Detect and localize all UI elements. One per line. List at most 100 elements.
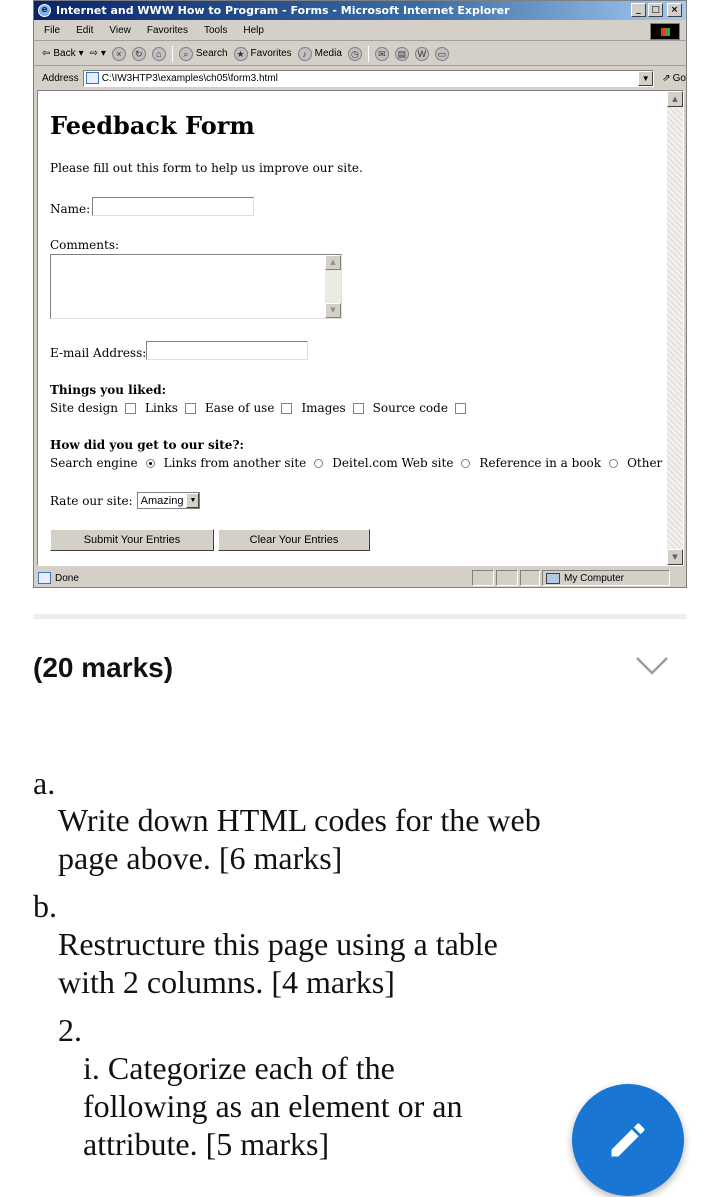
chevron-down-icon: ▼ — [186, 493, 200, 508]
history-icon: ◷ — [347, 46, 362, 61]
status-cell — [496, 570, 518, 586]
search-button: ⌕ Search — [178, 46, 228, 61]
favorites-label: Favorites — [250, 48, 292, 59]
go-label: Go — [672, 72, 686, 84]
liked-option-label: Links — [145, 401, 178, 415]
browser-viewport: Feedback Form Please fill out this form … — [37, 90, 684, 566]
media-label: Media — [314, 48, 342, 59]
scroll-up-icon: ▲ — [325, 255, 341, 270]
toolbar-separator — [171, 45, 173, 62]
favorites-button: ★ Favorites — [233, 46, 292, 61]
refresh-icon: ↻ — [131, 46, 146, 61]
status-done: Done — [38, 572, 79, 584]
feedback-form-page: Feedback Form Please fill out this form … — [38, 91, 680, 565]
address-field: C:\IW3HTP3\examples\ch05\form3.html ▼ — [82, 69, 655, 87]
chevron-down-icon: ▼ — [638, 70, 654, 86]
security-zone: My Computer — [542, 570, 670, 586]
part-a-line-2: page above. [6 marks] — [58, 840, 343, 876]
browser-menu-bar: File Edit View Favorites Tools Help — [34, 21, 686, 41]
links-checkbox — [184, 402, 196, 414]
page-icon — [85, 72, 99, 84]
name-label: Name: — [50, 202, 91, 216]
question-2-i-line-1: i. Categorize each of the — [83, 1050, 395, 1086]
computer-icon — [546, 572, 560, 584]
toolbar-separator — [367, 45, 369, 62]
back-button: ⇦ Back ▾ — [42, 48, 84, 59]
browser-title: Internet and WWW How to Program - Forms … — [56, 4, 510, 17]
chevron-down-icon[interactable] — [634, 654, 670, 678]
email-field — [146, 341, 308, 360]
submit-button: Submit Your Entries — [50, 529, 214, 551]
browser-title-bar: e Internet and WWW How to Program - Form… — [34, 1, 686, 20]
menu-favorites: Favorites — [146, 25, 188, 36]
page-scrollbar: ▲ ▼ — [667, 91, 683, 565]
window-buttons: _ □ × — [631, 3, 682, 17]
menu-view: View — [109, 25, 131, 36]
address-value: C:\IW3HTP3\examples\ch05\form3.html — [101, 72, 278, 84]
question-2-i-line-2: following as an element or an — [83, 1088, 463, 1124]
forward-arrow-icon: ⇨ ▾ — [89, 48, 106, 59]
windows-logo-icon — [650, 23, 680, 40]
favorites-icon: ★ — [233, 46, 248, 61]
comments-textarea: ▲ ▼ — [50, 254, 342, 319]
search-label: Search — [195, 48, 228, 59]
liked-heading: Things you liked: — [50, 383, 167, 397]
part-b-label: b. — [33, 888, 57, 924]
part-a-label: a. — [33, 765, 56, 801]
deitel-radio — [461, 458, 471, 468]
menu-edit: Edit — [76, 25, 94, 36]
browser-toolbar: ⇦ Back ▾ ⇨ ▾ × ↻ ⌂ ⌕ Search ★ Favorites ♪ Med… — [34, 42, 686, 66]
browser-status-bar: Done My Computer — [34, 567, 686, 587]
marks-heading: (20 marks) — [33, 652, 174, 683]
status-text: Done — [55, 572, 79, 584]
media-button: ♪ Media — [297, 46, 342, 61]
mail-icon: ✉ — [374, 46, 389, 61]
ease-of-use-checkbox — [281, 402, 293, 414]
search-engine-radio — [145, 458, 155, 468]
ie-logo-icon: e — [38, 4, 51, 17]
home-icon: ⌂ — [151, 46, 166, 61]
how-option-label: Links from another site — [163, 456, 307, 470]
liked-option-label: Images — [301, 401, 346, 415]
scroll-down-icon: ▼ — [667, 549, 683, 565]
browser-screenshot: e Internet and WWW How to Program - Form… — [33, 0, 687, 588]
print-icon: ▤ — [394, 46, 409, 61]
address-label: Address — [42, 72, 79, 84]
section-divider — [33, 614, 687, 619]
maximize-icon: □ — [648, 3, 663, 17]
site-design-checkbox — [125, 402, 136, 414]
stop-icon: × — [111, 46, 126, 61]
part-b-line-2: with 2 columns. [4 marks] — [58, 964, 395, 1000]
menu-help: Help — [243, 25, 264, 36]
links-radio — [314, 458, 324, 468]
how-option-label: Reference in a book — [479, 456, 602, 470]
zone-text: My Computer — [564, 572, 625, 584]
rate-row: Rate our site: Amazing ▼ — [50, 492, 201, 509]
part-b-line-1: Restructure this page using a table — [58, 926, 498, 962]
edit-fab-button[interactable] — [572, 1084, 684, 1196]
status-cell — [472, 570, 494, 586]
pencil-icon — [611, 1123, 645, 1157]
book-radio — [609, 458, 619, 468]
menu-file: File — [44, 25, 61, 36]
form-heading: Feedback Form — [50, 111, 255, 140]
question-2-i-line-3: attribute. [5 marks] — [83, 1126, 330, 1162]
part-a-line-1: Write down HTML codes for the web — [58, 802, 541, 838]
status-cell — [520, 570, 540, 586]
menu-tools: Tools — [203, 25, 228, 36]
go-button: ⇗ Go — [662, 73, 686, 84]
form-intro: Please fill out this form to help us imp… — [50, 161, 363, 175]
page-done-icon — [38, 572, 51, 584]
how-option-label: Deitel.com Web site — [332, 456, 454, 470]
scroll-up-icon: ▲ — [667, 91, 683, 107]
liked-options: Site design Links Ease of use Images Sou… — [50, 401, 475, 415]
scroll-down-icon: ▼ — [325, 303, 341, 318]
clear-button: Clear Your Entries — [218, 529, 370, 551]
liked-option-label: Source code — [372, 401, 448, 415]
rate-label: Rate our site: — [50, 493, 133, 508]
images-checkbox — [352, 402, 364, 414]
back-arrow-icon: ⇦ — [42, 48, 51, 59]
how-heading: How did you get to our site?: — [50, 438, 244, 452]
search-icon: ⌕ — [178, 46, 193, 61]
minimize-icon: _ — [631, 3, 646, 17]
